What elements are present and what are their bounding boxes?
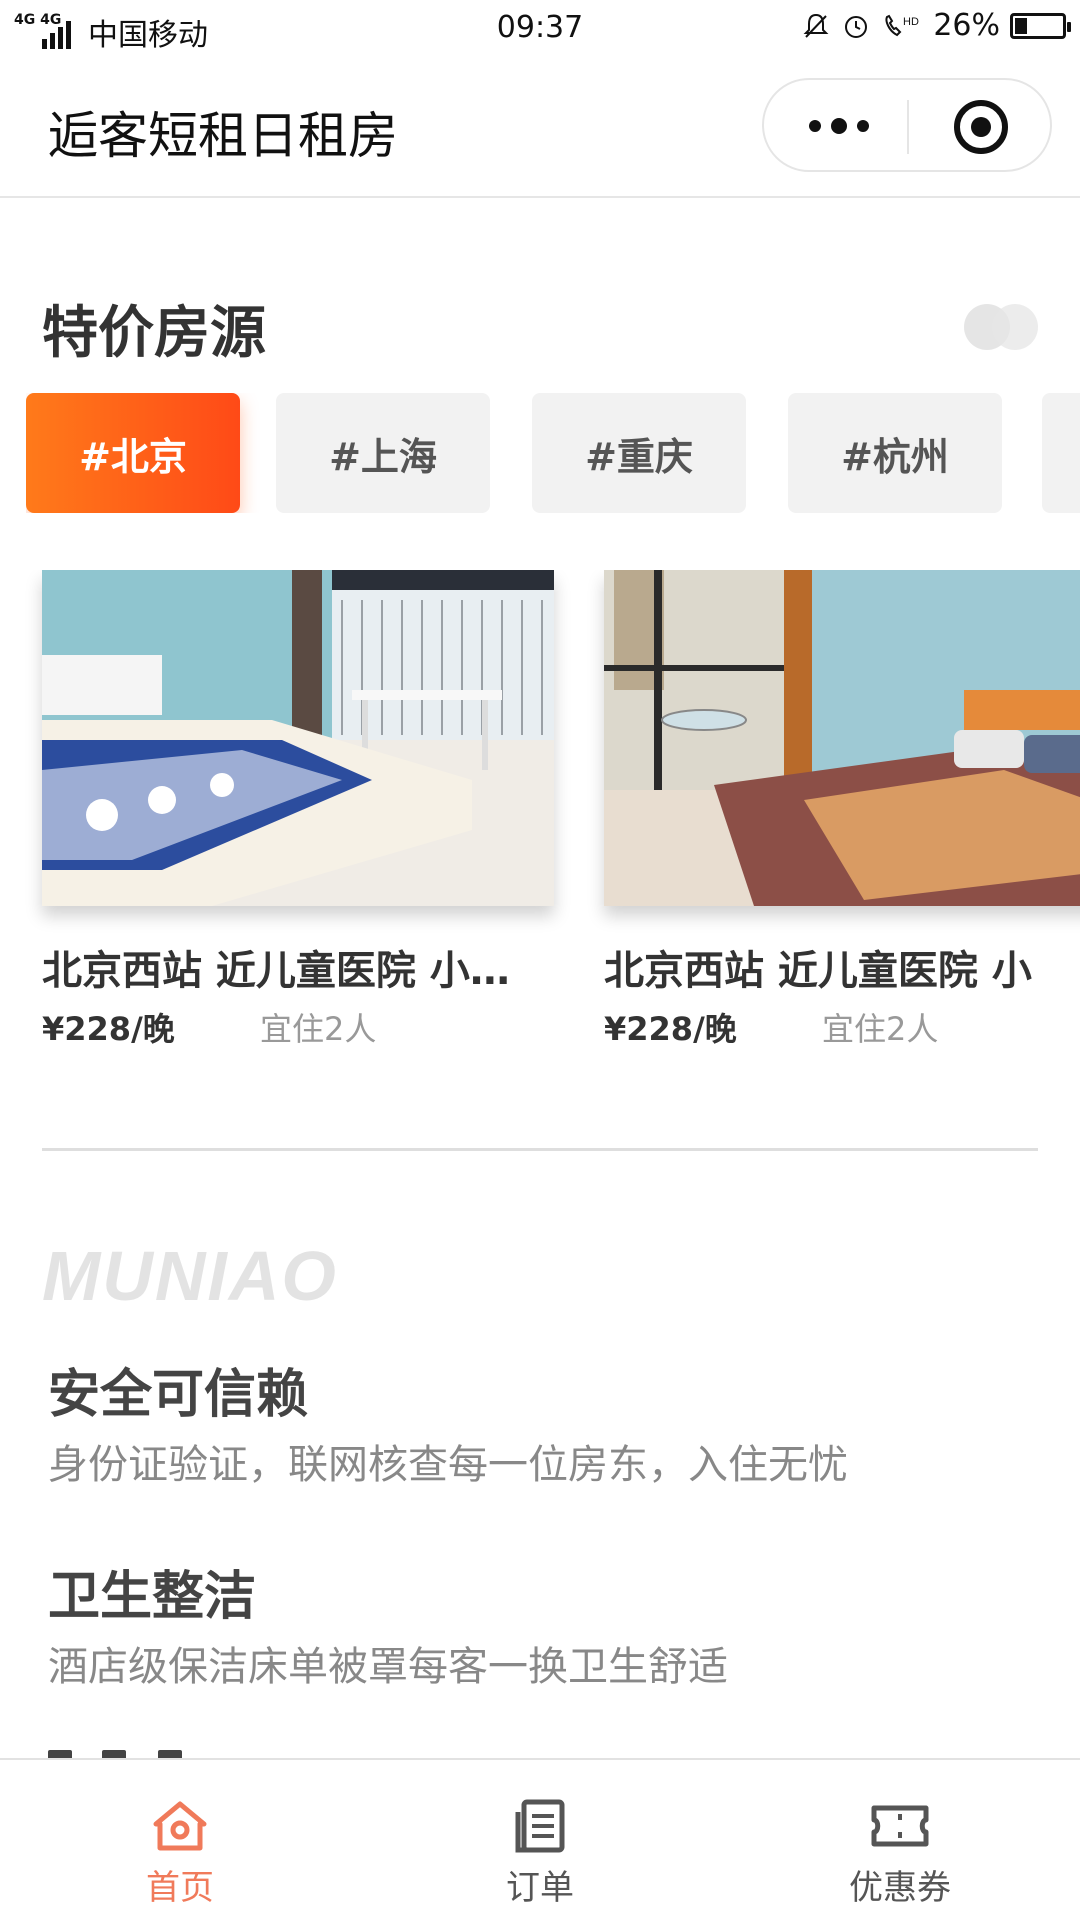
feature-desc: 酒店级保洁床单被罩每客一换卫生舒适 [48,1644,728,1690]
status-right: HD 26% [801,8,1071,43]
brand-watermark: MUNIAO [42,1237,338,1315]
target-close-icon[interactable] [954,100,1008,154]
capsule-divider [907,100,909,154]
svg-text:HD: HD [903,16,919,28]
feature-title: 安全可信赖 [48,1365,309,1425]
coupon-ticket-icon [871,1805,929,1847]
tab-home[interactable]: 首页 [0,1760,360,1920]
tab-beijing[interactable]: #北京 [26,393,240,513]
status-bar: 4G 4G 中国移动 09:37 HD 26% [0,0,1080,56]
feature-title-partial [48,1742,208,1758]
listing-carousel: 北京西站 近儿童医院 小… ¥228/晚 宜住2人 北京西站 近儿童医院 小 ¥… [0,570,1080,1050]
section-indicator-icon [964,304,1038,350]
feature-title: 卫生整洁 [48,1567,257,1627]
tab-orders-label: 订单 [506,1868,574,1908]
tab-next[interactable] [1042,393,1080,513]
listing-photo[interactable] [604,570,1080,906]
listing-photo[interactable] [42,570,554,906]
city-tabs: #北京 #上海 #重庆 #杭州 [26,393,1080,513]
tab-bar: 首页 订单 优惠券 [0,1758,1080,1920]
menu-capsule [762,78,1052,172]
tab-coupons-label: 优惠券 [849,1868,951,1908]
listing-price: ¥228/晚 [604,1010,737,1048]
section-title: 特价房源 [42,301,266,366]
tab-coupons[interactable]: 优惠券 [720,1760,1080,1920]
listing-guests: 宜住2人 [260,1010,377,1048]
bell-off-icon [803,13,829,38]
listing-price: ¥228/晚 [42,1010,175,1048]
alarm-icon [845,15,868,38]
tab-home-label: 首页 [146,1868,214,1908]
listing-card[interactable]: 北京西站 近儿童医院 小 ¥228/晚 宜住2人 [604,570,1080,1050]
page-title: 逅客短租日租房 [48,108,398,164]
battery-icon [1010,12,1071,39]
home-icon [153,1801,207,1851]
order-list-icon [515,1799,565,1853]
listing-title: 北京西站 近儿童医院 小… [42,948,510,994]
nav-bar: 逅客短租日租房 [0,56,1080,198]
tab-chongqing[interactable]: #重庆 [532,393,746,513]
listing-card[interactable]: 北京西站 近儿童医院 小… ¥228/晚 宜住2人 [42,570,554,1050]
battery-percent: 26% [933,8,1000,43]
hd-call-icon: HD [885,14,919,36]
feature-desc: 身份证验证，联网核查每一位房东，入住无忧 [48,1442,848,1488]
tab-orders[interactable]: 订单 [360,1760,720,1920]
more-dots-icon[interactable] [804,106,874,146]
section-divider [42,1148,1038,1151]
listing-guests: 宜住2人 [822,1010,939,1048]
listing-title: 北京西站 近儿童医院 小 [604,948,1032,994]
tab-shanghai[interactable]: #上海 [276,393,490,513]
tab-hangzhou[interactable]: #杭州 [788,393,1002,513]
